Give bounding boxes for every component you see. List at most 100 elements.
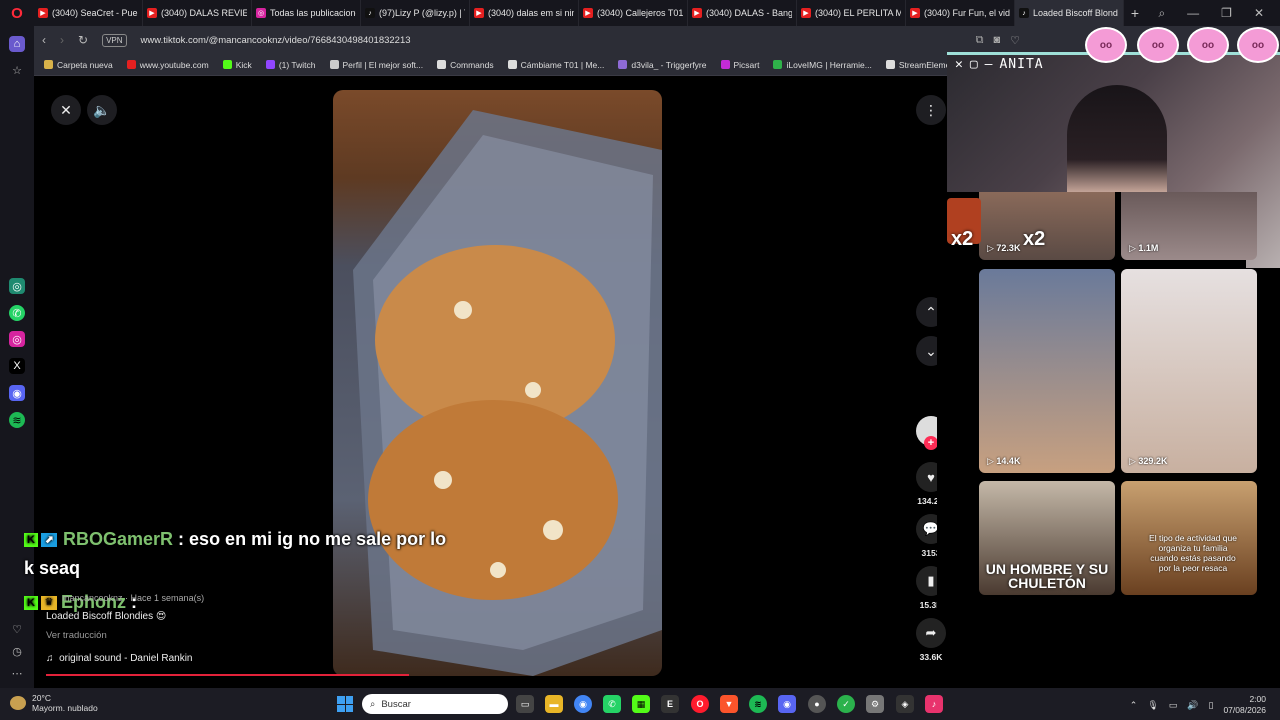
volume-icon[interactable]: 🔊 <box>1187 700 1198 711</box>
whatsapp-icon[interactable]: ✆ <box>603 695 621 713</box>
tab-favicon-icon: ▶ <box>474 8 484 18</box>
brave-icon[interactable]: ▼ <box>720 695 738 713</box>
vpn-badge[interactable]: VPN <box>102 33 127 47</box>
discord-icon[interactable]: ◉ <box>9 385 25 401</box>
minimize-button[interactable]: — <box>1187 6 1199 21</box>
video-thumbnail[interactable]: ▷ 72.3K <box>979 192 1115 260</box>
video-thumbnail[interactable]: ▷ 14.4K <box>979 269 1115 473</box>
follow-plus-icon[interactable]: + <box>924 436 938 450</box>
bookmark-favicon-icon <box>720 60 730 69</box>
view-count: ▷ 72.3K <box>987 243 1021 253</box>
video-player[interactable] <box>333 90 662 676</box>
video-thumbnail[interactable]: UN HOMBRE Y SU CHULETÓN <box>979 481 1115 595</box>
camera-icon[interactable]: ◙ <box>993 34 1000 47</box>
x-twitter-icon[interactable]: X <box>9 358 25 374</box>
volume-button[interactable]: 🔈 <box>87 95 117 125</box>
pig-icon: oo <box>1085 27 1127 63</box>
view-count: ▷ 329.2K <box>1129 456 1168 466</box>
tab-title: (3040) EL PERLITA MAMB <box>815 8 901 18</box>
search-placeholder: Buscar <box>381 698 411 710</box>
video-thumbnail[interactable]: ▷ 1.1M <box>1121 192 1257 260</box>
reload-icon[interactable]: ↻ <box>78 33 88 47</box>
video-thumbnail[interactable]: ▷ 329.2K <box>1121 269 1257 473</box>
epic-games-icon[interactable]: E <box>661 695 679 713</box>
bookmark-heart-icon[interactable]: ♡ <box>1010 34 1020 47</box>
new-tab-button[interactable]: + <box>1124 5 1146 21</box>
weather-widget[interactable]: 20°C Mayorm. nublado <box>10 693 98 713</box>
browser-tab[interactable]: ▶ (3040) EL PERLITA MAMB <box>797 0 906 26</box>
browser-tab[interactable]: ♪ Loaded Biscoff Blond <box>1015 0 1124 26</box>
history-icon[interactable]: ◷ <box>9 643 25 659</box>
bookmark-item[interactable]: Carpeta nueva <box>44 60 113 70</box>
video-progress-bar[interactable] <box>46 674 409 676</box>
browser-tab[interactable]: ▶ (3040) Callejeros T01 - 3 <box>579 0 688 26</box>
start-button[interactable] <box>337 696 353 712</box>
discord-icon[interactable]: ◉ <box>778 695 796 713</box>
forward-icon[interactable]: › <box>60 33 64 47</box>
search-tabs-icon[interactable]: ⌕ <box>1158 6 1165 21</box>
whatsapp-icon[interactable]: ✆ <box>9 305 25 321</box>
app-icon[interactable]: ✓ <box>837 695 855 713</box>
spotify-icon[interactable]: ≋ <box>9 412 25 428</box>
bookmark-item[interactable]: Picsart <box>720 60 759 70</box>
heart-icon[interactable]: ♡ <box>9 621 25 637</box>
bookmark-label: iLoveIMG | Herramie... <box>786 59 872 70</box>
bookmark-item[interactable]: Commands <box>437 60 494 70</box>
share-action[interactable]: ➦ 33.6K <box>914 618 948 662</box>
close-window-button[interactable]: ✕ <box>1254 6 1264 21</box>
tiktok-icon[interactable]: ♪ <box>925 695 943 713</box>
browser-tab[interactable]: ▶ (3040) Fur Fun, el videog <box>906 0 1015 26</box>
browser-tab[interactable]: ◎ Todas las publicaciones - <box>252 0 361 26</box>
browser-tab[interactable]: ▶ (3040) DALAS - Bang ba <box>688 0 797 26</box>
see-translation-link[interactable]: Ver traducción <box>46 630 192 641</box>
star-icon[interactable]: ☆ <box>9 62 25 78</box>
back-icon[interactable]: ‹ <box>42 33 46 47</box>
chevron-up-icon[interactable]: ⌃ <box>1130 700 1138 711</box>
chatgpt-icon[interactable]: ◎ <box>9 278 25 294</box>
tab-favicon-icon: ▶ <box>910 8 920 18</box>
tab-strip: O ▶ (3040) SeaCret - Puerto E ▶ (3040) DALA… <box>0 0 1280 26</box>
close-video-button[interactable]: ✕ <box>51 95 81 125</box>
clock[interactable]: 2:00 07/08/2026 <box>1223 694 1266 716</box>
chrome-icon[interactable]: ◉ <box>574 695 592 713</box>
share-icon[interactable]: ➦ <box>916 618 946 648</box>
bookmark-item[interactable]: Cámbiame T01 | Me... <box>507 60 604 70</box>
opera-logo-icon[interactable]: O <box>0 0 34 26</box>
bookmark-item[interactable]: Perfil | El mejor soft... <box>329 60 423 70</box>
network-icon[interactable]: ▭ <box>1169 700 1178 711</box>
bookmark-item[interactable]: www.youtube.com <box>126 60 209 70</box>
browser-tab[interactable]: ▶ (3040) SeaCret - Puerto E <box>34 0 143 26</box>
battery-icon[interactable]: ▯ <box>1209 700 1214 711</box>
tab-favicon-icon: ◎ <box>256 8 266 18</box>
file-explorer-icon[interactable]: ▬ <box>545 695 563 713</box>
snapshot-icon[interactable]: ⧉ <box>976 34 984 47</box>
crown-badge-icon: ♛ <box>41 596 57 611</box>
instagram-icon[interactable]: ◎ <box>9 331 25 347</box>
browser-tab[interactable]: ▶ (3040) DALAS REVIEW EN <box>143 0 252 26</box>
view-count: ▷ 1.1M <box>1129 243 1159 253</box>
maximize-button[interactable]: ❐ <box>1221 6 1232 21</box>
more-options-button[interactable]: ⋮ <box>916 95 946 125</box>
sound-link[interactable]: ♫ original sound - Daniel Rankin <box>46 653 192 664</box>
bookmark-favicon-icon <box>44 60 53 69</box>
more-icon[interactable]: ⋯ <box>9 665 25 681</box>
spotify-icon[interactable]: ≋ <box>749 695 767 713</box>
video-thumbnail[interactable]: El tipo de actividad que organiza tu fam… <box>1121 481 1257 595</box>
home-icon[interactable]: ⌂ <box>9 36 25 52</box>
minecraft-icon[interactable]: ▦ <box>632 695 650 713</box>
settings-icon[interactable]: ⚙ <box>866 695 884 713</box>
task-view-icon[interactable]: ▭ <box>516 695 534 713</box>
browser-tab[interactable]: ♪ (97)Lizy P (@lizy.p) | TikT <box>361 0 470 26</box>
bookmark-item[interactable]: Kick <box>222 60 252 70</box>
app-icon[interactable]: ◈ <box>896 695 914 713</box>
microphone-icon[interactable]: 🎙 <box>1147 700 1158 711</box>
tab-favicon-icon: ♪ <box>365 8 375 18</box>
taskbar-search[interactable]: ⌕ Buscar <box>362 694 508 714</box>
bookmark-item[interactable]: d3vila_ - Triggerfyre <box>618 60 707 70</box>
browser-tab[interactable]: ▶ (3040) dalas em si ninos - <box>470 0 579 26</box>
obs-icon[interactable]: ● <box>808 695 826 713</box>
opera-gx-icon[interactable]: O <box>691 695 709 713</box>
url-input[interactable]: www.tiktok.com/@mancancooknz/video/76684… <box>141 35 411 46</box>
bookmark-item[interactable]: iLoveIMG | Herramie... <box>773 59 872 70</box>
bookmark-item[interactable]: (1) Twitch <box>265 60 316 70</box>
